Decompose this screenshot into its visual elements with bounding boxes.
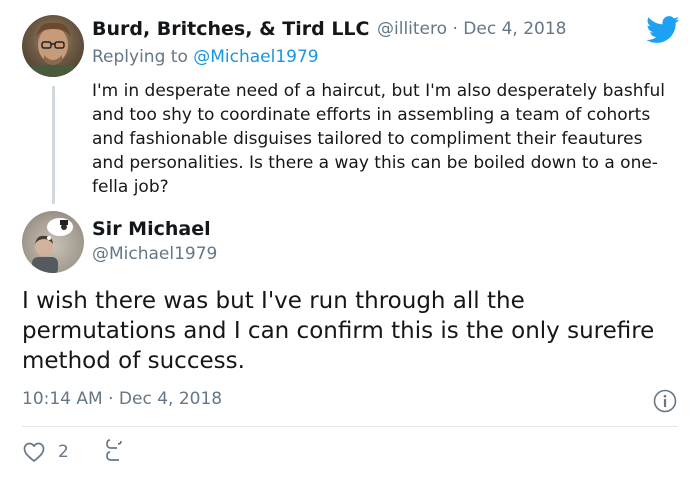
main-tweet-timestamp[interactable]: 10:14 AM · Dec 4, 2018 bbox=[22, 389, 222, 409]
meta-separator: · bbox=[452, 19, 458, 39]
like-count: 2 bbox=[58, 442, 69, 462]
reply-author-meta: @illitero · Dec 4, 2018 bbox=[377, 19, 566, 39]
heart-icon[interactable] bbox=[22, 440, 46, 464]
reply-author-handle[interactable]: @illitero bbox=[377, 19, 447, 39]
main-author-name[interactable]: Sir Michael bbox=[92, 218, 211, 240]
avatar-sir-michael[interactable] bbox=[22, 211, 84, 273]
thread-connector-line bbox=[52, 86, 55, 204]
main-author-handle[interactable]: @Michael1979 bbox=[92, 244, 217, 264]
info-icon[interactable] bbox=[653, 389, 677, 413]
replying-to-handle-link[interactable]: @Michael1979 bbox=[193, 47, 318, 67]
avatar-burd[interactable] bbox=[22, 15, 84, 77]
reply-date[interactable]: Dec 4, 2018 bbox=[463, 19, 566, 39]
reply-icon[interactable] bbox=[104, 438, 124, 464]
reply-tweet-text: I'm in desperate need of a haircut, but … bbox=[92, 81, 665, 197]
replying-to-label: Replying to bbox=[92, 47, 188, 67]
replying-to-line: Replying to @Michael1979 bbox=[92, 47, 319, 67]
reply-author-name[interactable]: Burd, Britches, & Tird LLC bbox=[92, 18, 369, 40]
action-divider bbox=[22, 426, 678, 427]
twitter-bird-icon[interactable] bbox=[646, 16, 680, 44]
main-tweet-text: I wish there was but I've run through al… bbox=[22, 288, 655, 374]
